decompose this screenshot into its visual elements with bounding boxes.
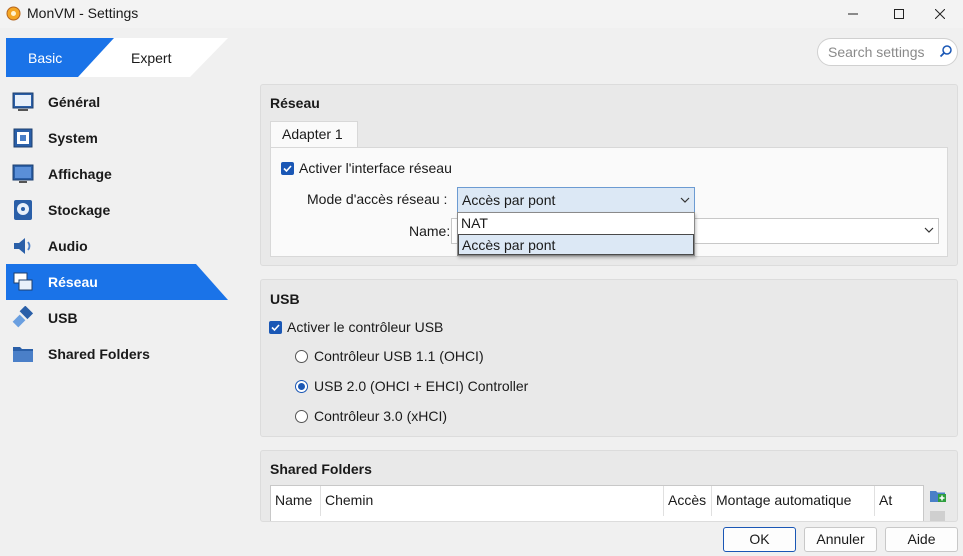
checkmark-icon [283, 165, 292, 173]
tab-adapter-1[interactable]: Adapter 1 [270, 121, 358, 148]
maximize-icon [894, 9, 904, 19]
system-icon [13, 128, 33, 148]
usb-group: USB Activer le contrôleur USB Contrôleur… [260, 279, 958, 437]
checkmark-icon [271, 324, 280, 332]
network-icon [13, 272, 33, 291]
add-folder-icon[interactable] [929, 487, 947, 505]
access-mode-dropdown: NAT Accès par pont [457, 212, 695, 256]
audio-icon [14, 238, 31, 254]
close-icon [935, 9, 945, 19]
sidebar-item-usb[interactable]: USB [6, 300, 228, 336]
search-icon[interactable] [939, 44, 953, 58]
search-field[interactable] [817, 38, 958, 66]
sidebar-item-audio[interactable]: Audio [6, 228, 228, 264]
shared-folders-title: Shared Folders [270, 461, 372, 477]
column-header-path[interactable]: Chemin [321, 486, 664, 516]
network-title: Réseau [270, 95, 320, 111]
storage-icon [14, 200, 32, 220]
chevron-down-icon [924, 227, 934, 233]
sidebar-item-label: Affichage [48, 166, 112, 182]
expert-mode-tab[interactable]: Expert [131, 50, 171, 66]
column-label: Chemin [325, 492, 374, 508]
enable-usb-checkbox[interactable] [269, 321, 282, 334]
sidebar-item-system[interactable]: System [6, 120, 228, 156]
access-mode-label: Mode d'accès réseau : [307, 191, 448, 207]
active-item-highlight [6, 264, 228, 300]
sidebar-item-label: Stockage [48, 202, 111, 218]
sidebar-item-network[interactable]: Réseau [6, 264, 228, 300]
sidebar-item-label: System [48, 130, 98, 146]
column-label: At [879, 492, 893, 508]
search-input[interactable] [828, 43, 936, 61]
sidebar-item-general[interactable]: Général [6, 84, 228, 120]
column-label: Montage automatique [716, 492, 852, 508]
cancel-button[interactable]: Annuler [804, 527, 877, 552]
tab-label: Adapter 1 [282, 126, 343, 142]
app-icon [6, 6, 21, 21]
usb-icon [12, 306, 34, 328]
option-label: Accès par pont [462, 237, 556, 253]
access-mode-select[interactable]: Accès par pont [457, 187, 695, 213]
window-title: MonVM - Settings [27, 5, 139, 21]
column-label: Name [275, 492, 313, 508]
column-label: Accès [668, 492, 707, 508]
folder-icon [13, 347, 33, 362]
minimize-button[interactable] [830, 0, 876, 28]
sidebar-item-label: USB [48, 310, 78, 326]
sidebar-item-label: Général [48, 94, 101, 110]
display-icon [12, 164, 34, 183]
sidebar-item-label: Shared Folders [48, 346, 150, 362]
title-bar: MonVM - Settings [0, 0, 963, 28]
dropdown-option-nat[interactable]: NAT [458, 213, 694, 234]
access-mode-value: Accès par pont [462, 192, 556, 208]
minimize-icon [848, 13, 858, 15]
basic-mode-tab[interactable]: Basic [28, 50, 62, 66]
column-header-name[interactable]: Name [271, 486, 321, 516]
maximize-button[interactable] [876, 0, 922, 28]
help-button[interactable]: Aide [885, 527, 958, 552]
sidebar-item-shared-folders[interactable]: Shared Folders [6, 336, 228, 372]
usb-3-0-label: Contrôleur 3.0 (xHCI) [314, 408, 448, 424]
column-header-at[interactable]: At [875, 486, 923, 516]
mode-toggle: Basic Expert [6, 38, 228, 77]
usb-2-0-label: USB 2.0 (OHCI + EHCI) Controller [314, 378, 529, 394]
edit-folder-icon[interactable] [929, 509, 947, 522]
general-icon [12, 92, 34, 111]
usb-1-1-label: Contrôleur USB 1.1 (OHCI) [314, 348, 484, 364]
column-header-automount[interactable]: Montage automatique [712, 486, 875, 516]
column-header-access[interactable]: Accès [664, 486, 712, 516]
sidebar-item-label: Réseau [48, 274, 98, 290]
shared-folders-group: Shared Folders Name Chemin Accès Montage… [260, 450, 958, 522]
usb-1-1-radio[interactable] [295, 350, 308, 363]
usb-2-0-radio[interactable] [295, 380, 308, 393]
sidebar-item-display[interactable]: Affichage [6, 156, 228, 192]
usb-3-0-radio[interactable] [295, 410, 308, 423]
option-label: NAT [461, 215, 488, 231]
shared-folders-table[interactable]: Name Chemin Accès Montage automatique At [270, 485, 924, 521]
name-label: Name: [409, 223, 451, 239]
sidebar-item-storage[interactable]: Stockage [6, 192, 228, 228]
sidebar-item-label: Audio [48, 238, 88, 254]
dropdown-option-bridged[interactable]: Accès par pont [458, 234, 694, 255]
ok-button[interactable]: OK [723, 527, 796, 552]
usb-title: USB [270, 291, 300, 307]
enable-usb-label: Activer le contrôleur USB [287, 319, 444, 335]
enable-network-checkbox[interactable] [281, 162, 294, 175]
close-button[interactable] [917, 0, 963, 28]
enable-network-label: Activer l'interface réseau [299, 160, 452, 176]
chevron-down-icon [680, 197, 690, 203]
